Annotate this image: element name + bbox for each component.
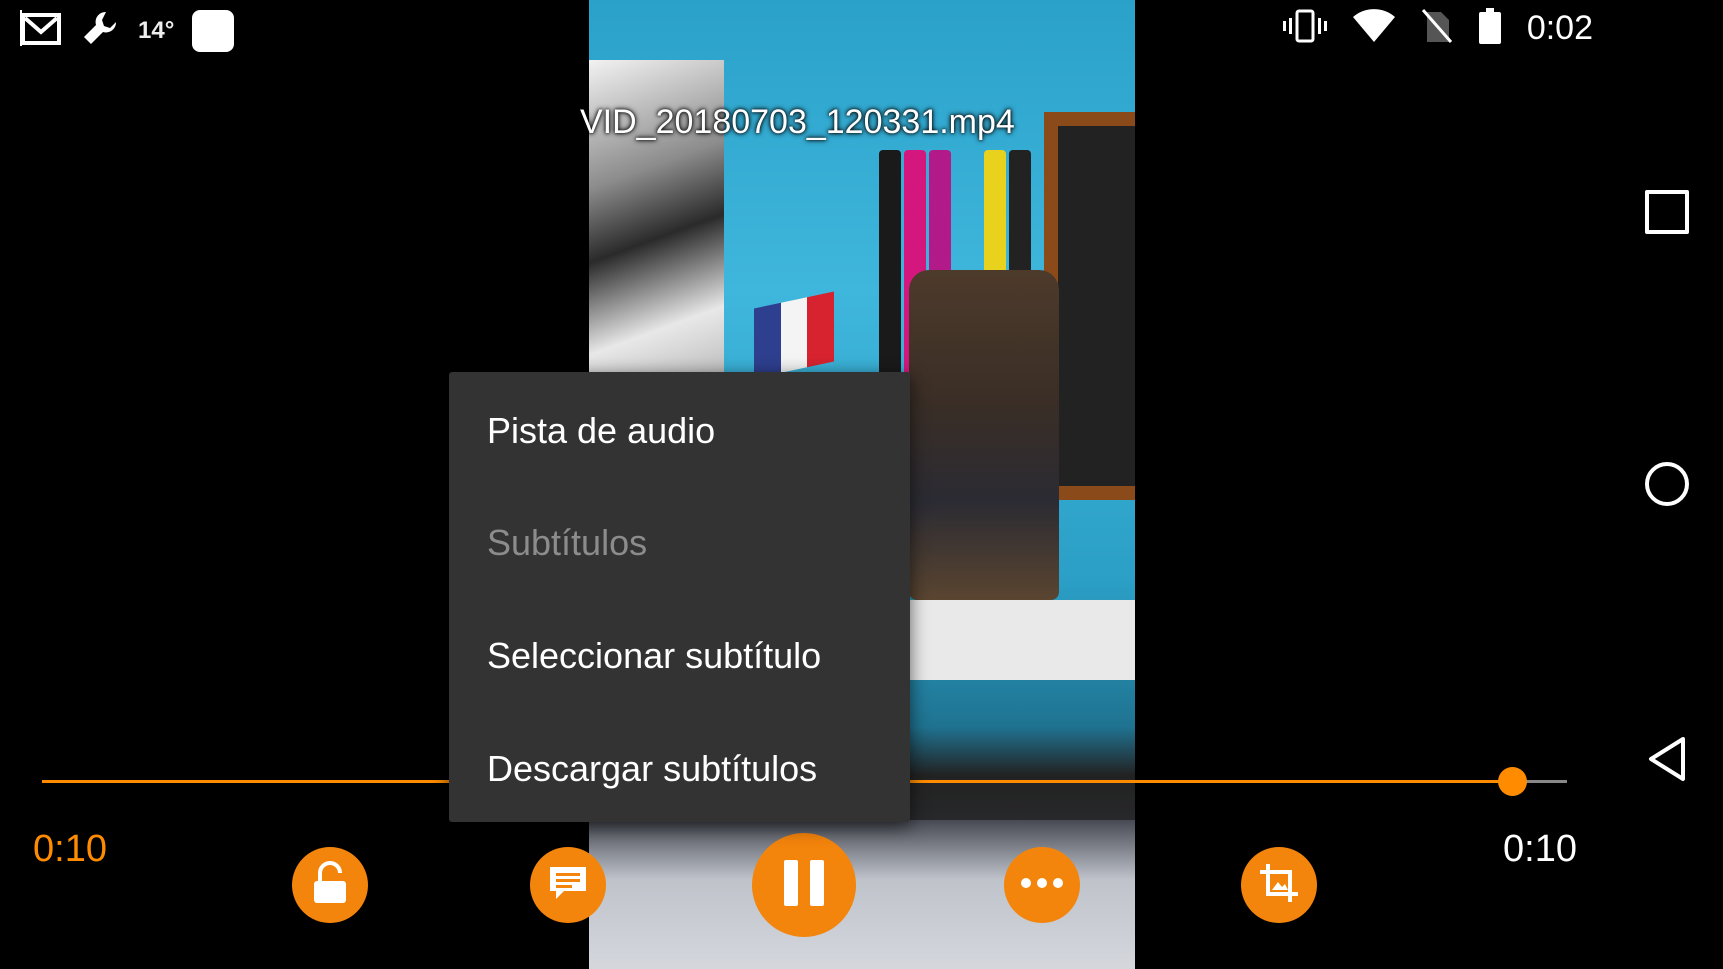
app-square-icon [192, 9, 235, 52]
pause-icon [782, 859, 826, 911]
menu-item-subtitles-header: Subtítulos [487, 522, 648, 563]
wifi-icon [1352, 9, 1395, 48]
vibrate-icon [1282, 8, 1327, 49]
seek-thumb[interactable] [1498, 767, 1527, 796]
pause-button[interactable] [752, 833, 856, 937]
no-sim-icon [1421, 8, 1453, 49]
menu-item-download-subtitles[interactable]: Descargar subtítulos [487, 748, 817, 790]
recents-icon[interactable] [1645, 190, 1689, 234]
more-options-button[interactable] [1004, 847, 1080, 923]
video-statue [909, 270, 1059, 600]
lock-icon [310, 860, 350, 910]
gmail-icon [18, 10, 62, 51]
temperature: 14° [138, 16, 175, 44]
status-bar-left: 14° [18, 8, 235, 53]
video-flag [754, 291, 835, 379]
video-title: VID_20180703_120331.mp4 [580, 103, 1015, 141]
video-shelf [909, 600, 1135, 680]
more-options-icon [1020, 876, 1064, 894]
crop-icon [1258, 862, 1300, 909]
lock-button[interactable] [292, 847, 368, 923]
menu-item-audio-track[interactable]: Pista de audio [487, 410, 715, 452]
wrench-icon [80, 8, 120, 53]
menu-item-select-subtitle[interactable]: Seleccionar subtítulo [487, 635, 821, 677]
subtitles-button[interactable] [530, 847, 606, 923]
current-time: 0:10 [33, 828, 107, 870]
status-bar-right: 0:02 [1282, 8, 1593, 49]
home-icon[interactable] [1645, 462, 1689, 506]
total-time[interactable]: 0:10 [1503, 828, 1577, 871]
battery-icon [1478, 8, 1501, 49]
subtitles-icon [548, 863, 588, 908]
back-icon[interactable] [1645, 735, 1689, 781]
crop-button[interactable] [1241, 847, 1317, 923]
clock: 0:02 [1526, 9, 1593, 47]
options-menu: Pista de audio Subtítulos Seleccionar su… [449, 372, 910, 822]
